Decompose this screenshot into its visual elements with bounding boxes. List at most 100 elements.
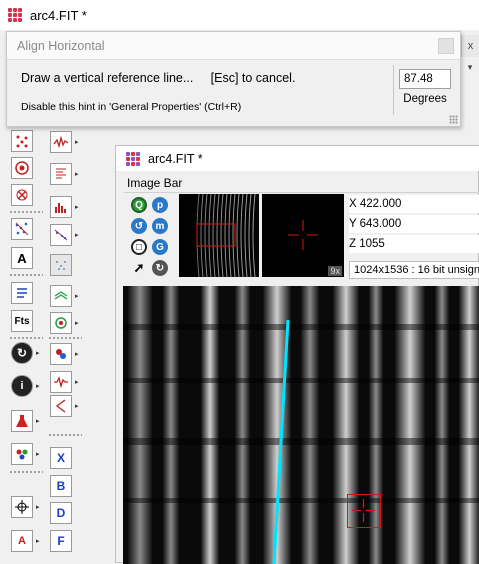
star-points-icon	[11, 130, 33, 152]
font-icon: A	[11, 530, 33, 552]
text-icon: A	[11, 247, 33, 269]
tilt-button[interactable]	[48, 393, 74, 419]
histogram-button[interactable]	[48, 194, 74, 220]
zoom-icon[interactable]: Q	[131, 197, 147, 213]
left-toolbar-2: ▸ ▸ ▸ ▸ ▸ ▸ ▸ ▸ ▸ X B D F	[48, 128, 84, 563]
trend-dropdown-icon[interactable]: ▸	[75, 222, 83, 248]
image-thumbnail[interactable]	[179, 194, 259, 277]
image-canvas[interactable]	[123, 286, 479, 564]
profile-dropdown-icon[interactable]: ▸	[75, 161, 83, 187]
d-letter-icon: D	[50, 502, 72, 524]
toolbar-separator	[9, 210, 43, 214]
crosshair-dropdown-icon[interactable]: ▸	[36, 494, 44, 520]
info-button[interactable]: i	[9, 373, 35, 399]
reference-line[interactable]	[123, 286, 479, 564]
target-button[interactable]	[9, 155, 35, 181]
flask-button[interactable]	[9, 408, 35, 434]
p-icon[interactable]: p	[152, 197, 168, 213]
window-close-button[interactable]: x	[461, 35, 479, 57]
y-coordinate: Y 643.000	[349, 215, 479, 233]
thumbnail-preview	[179, 194, 259, 277]
crosshair-button[interactable]	[9, 494, 35, 520]
dots-grid-button[interactable]	[48, 252, 74, 278]
mode-switch-button[interactable]: ↻	[9, 340, 35, 366]
info-dropdown-icon[interactable]: ▸	[36, 373, 44, 399]
toolbar-separator	[9, 273, 43, 277]
hint-title: Align Horizontal	[7, 32, 460, 60]
histogram-dropdown-icon[interactable]: ▸	[75, 194, 83, 220]
star-points-button[interactable]	[9, 128, 35, 154]
scatter-icon	[11, 218, 33, 240]
z-value: Z 1055	[349, 235, 479, 253]
x-marker-button[interactable]	[9, 182, 35, 208]
d-button[interactable]: D	[48, 500, 74, 526]
resize-grip-icon[interactable]	[449, 115, 458, 124]
flask-icon	[11, 410, 33, 432]
pointer-icon[interactable]: ➚	[131, 260, 147, 276]
waveform-dropdown-icon[interactable]: ▸	[75, 369, 83, 395]
x-coordinate: X 422.000	[349, 195, 479, 213]
frame-icon[interactable]: □	[131, 239, 147, 255]
f-button[interactable]: F	[48, 528, 74, 554]
left-toolbar: A Fts ↻ ▸ i ▸ ▸ ▸ ▸ A ▸	[9, 128, 45, 563]
text-button[interactable]: A	[9, 245, 35, 271]
reset-icon[interactable]: ↺	[131, 218, 147, 234]
image-window: arc4.FIT * Image Bar Q p ↺ m □ G ➚ ↻ 9x …	[115, 145, 479, 564]
refresh-map-dropdown-icon[interactable]: ▸	[75, 310, 83, 336]
toolbar-separator	[48, 433, 82, 437]
font-dropdown-icon[interactable]: ▸	[36, 528, 44, 554]
x-marker-icon	[11, 184, 33, 206]
layers-button[interactable]	[48, 283, 74, 309]
app-icon	[8, 8, 22, 22]
toolbar-separator	[48, 336, 82, 340]
import-button[interactable]	[9, 280, 35, 306]
layers-dropdown-icon[interactable]: ▸	[75, 283, 83, 309]
waveform-button[interactable]	[48, 369, 74, 395]
degrees-input[interactable]	[399, 69, 451, 89]
fits-header-button[interactable]: Fts	[9, 308, 35, 334]
flask-dropdown-icon[interactable]: ▸	[36, 408, 44, 434]
color-dots-button[interactable]	[9, 441, 35, 467]
b-letter-icon: B	[50, 475, 72, 497]
m-icon[interactable]: m	[152, 218, 168, 234]
rotate-icon[interactable]: ↻	[152, 260, 168, 276]
target-icon	[11, 157, 33, 179]
color-dots-dropdown-icon[interactable]: ▸	[36, 441, 44, 467]
tilt-dropdown-icon[interactable]: ▸	[75, 393, 83, 419]
image-window-title: arc4.FIT *	[148, 151, 203, 166]
trend-button[interactable]	[48, 222, 74, 248]
image-window-icon	[126, 151, 140, 166]
fits-icon: Fts	[11, 310, 33, 332]
degrees-label: Degrees	[403, 93, 447, 105]
scatter-button[interactable]	[9, 216, 35, 242]
b-button[interactable]: B	[48, 473, 74, 499]
rgb-dropdown-icon[interactable]: ▸	[75, 341, 83, 367]
zoom-factor: 9x	[328, 266, 342, 276]
g-icon[interactable]: G	[152, 239, 168, 255]
refresh-map-button[interactable]	[48, 310, 74, 336]
font-button[interactable]: A	[9, 528, 35, 554]
rgb-button[interactable]	[48, 341, 74, 367]
hint-message: Draw a vertical reference line... [Esc] …	[21, 71, 296, 85]
mode-switch-icon: ↻	[11, 342, 33, 364]
rgb-icon	[50, 343, 72, 365]
lens-crosshair-icon	[288, 220, 318, 250]
window-menu-arrow[interactable]: ▾	[461, 58, 479, 76]
profile-button[interactable]	[48, 161, 74, 187]
toolbar-separator	[9, 470, 43, 474]
hint-divider	[393, 65, 394, 115]
tilt-icon	[50, 395, 72, 417]
x-button[interactable]: X	[48, 445, 74, 471]
spectrum-icon	[50, 131, 72, 153]
position-marker-icon	[347, 494, 381, 528]
mode-switch-dropdown-icon[interactable]: ▸	[36, 340, 44, 366]
hint-sub-message: Disable this hint in 'General Properties…	[21, 101, 242, 113]
refresh-map-icon	[50, 312, 72, 334]
x-letter-icon: X	[50, 447, 72, 469]
info-icon: i	[11, 375, 33, 397]
spectrum-button[interactable]	[48, 129, 74, 155]
profile-icon	[50, 163, 72, 185]
hint-close-button[interactable]	[438, 38, 454, 54]
spectrum-dropdown-icon[interactable]: ▸	[75, 129, 83, 155]
image-info: 1024x1536 : 16 bit unsign	[349, 261, 479, 279]
